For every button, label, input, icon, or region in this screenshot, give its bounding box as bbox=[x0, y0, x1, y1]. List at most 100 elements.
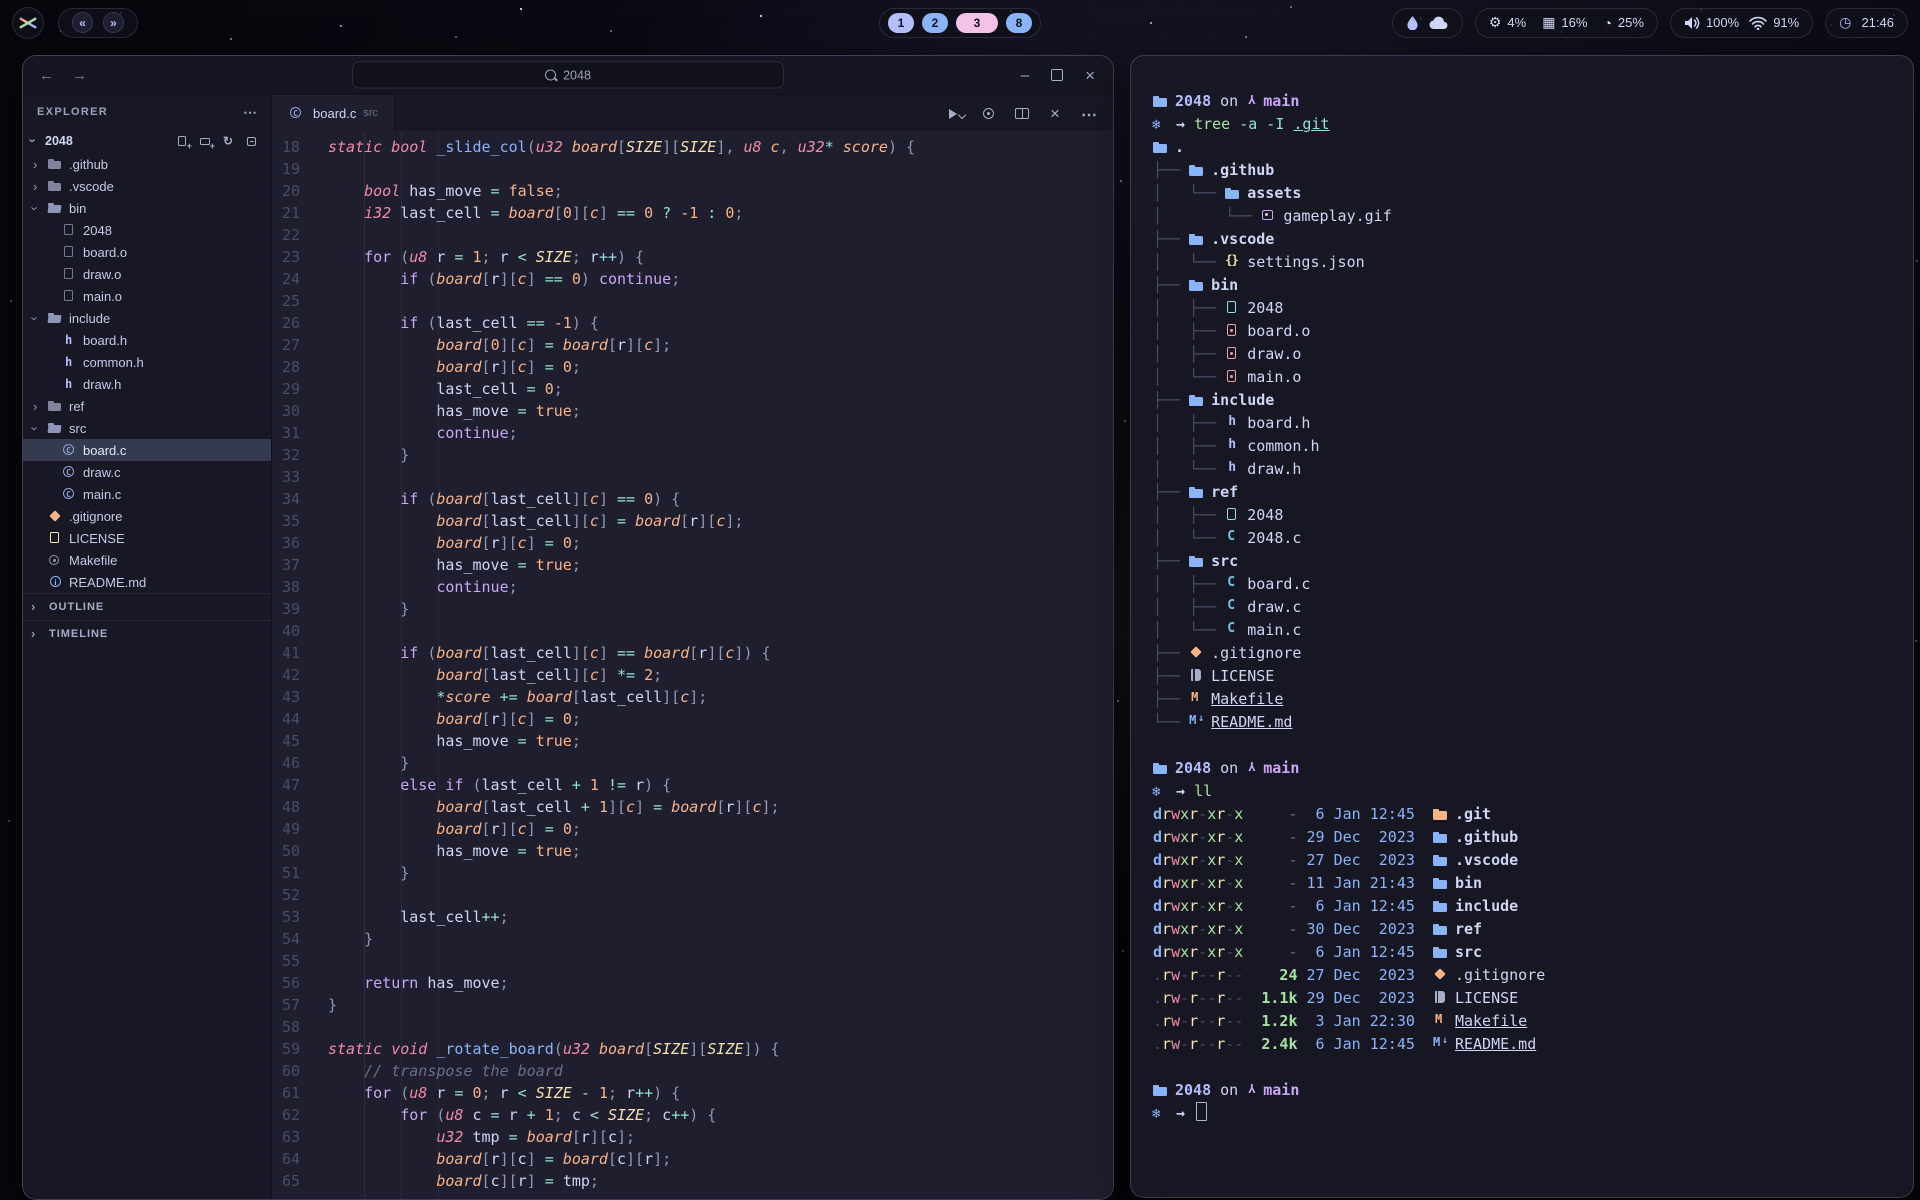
terminal-window[interactable]: 2048 on main→ tree -a -I .git.├── .githu… bbox=[1130, 55, 1914, 1198]
tab-board-c[interactable]: board.c src bbox=[272, 95, 395, 131]
code-editor[interactable]: 1819202122232425262728293031323334353637… bbox=[272, 131, 1113, 1199]
braces-icon bbox=[1225, 256, 1240, 268]
back-icon[interactable]: ← bbox=[39, 67, 54, 84]
h-icon bbox=[61, 333, 79, 347]
file-label: src bbox=[69, 421, 86, 436]
explorer-more-icon[interactable]: ⋯ bbox=[243, 104, 257, 121]
branch-icon bbox=[1247, 1084, 1259, 1096]
code-line-19 bbox=[328, 158, 1113, 180]
terminal-cursor bbox=[1196, 1102, 1207, 1121]
workspace-8[interactable]: 8 bbox=[1006, 13, 1032, 33]
explorer-item-board.h[interactable]: board.h bbox=[23, 329, 271, 351]
run-icon[interactable] bbox=[948, 106, 965, 121]
explorer-item-2048[interactable]: 2048 bbox=[23, 219, 271, 241]
explorer-item-draw.c[interactable]: draw.c bbox=[23, 461, 271, 483]
close-button[interactable]: × bbox=[1085, 67, 1095, 84]
terminal-line: drwxr-xr-x - 11 Jan 21:43 bin bbox=[1153, 872, 1899, 895]
code-line-56: return has_move; bbox=[328, 972, 1113, 994]
chevron-right-icon bbox=[31, 600, 45, 614]
folder-open-icon bbox=[47, 311, 65, 325]
line-number: 19 bbox=[272, 158, 300, 180]
line-number: 62 bbox=[272, 1104, 300, 1126]
make-icon bbox=[47, 553, 65, 567]
refresh-icon[interactable] bbox=[223, 135, 236, 148]
folder-icon bbox=[1153, 95, 1168, 107]
explorer-item-common.h[interactable]: common.h bbox=[23, 351, 271, 373]
code-line-46: } bbox=[328, 752, 1113, 774]
line-number: 56 bbox=[272, 972, 300, 994]
explorer-item-include[interactable]: include bbox=[23, 307, 271, 329]
cpu-stat: ⚙4% bbox=[1489, 14, 1526, 31]
line-number: 21 bbox=[272, 202, 300, 224]
license-icon bbox=[47, 531, 65, 545]
explorer-item-.github[interactable]: .github bbox=[23, 153, 271, 175]
more-icon[interactable] bbox=[1080, 106, 1097, 121]
explorer-item-Makefile[interactable]: Makefile bbox=[23, 549, 271, 571]
new-file-icon[interactable] bbox=[177, 135, 190, 148]
vscode-titlebar[interactable]: ← → 2048 – × bbox=[23, 56, 1113, 95]
forward-icon[interactable]: → bbox=[72, 67, 87, 84]
explorer-item-bin[interactable]: bin bbox=[23, 197, 271, 219]
terminal-line: drwxr-xr-x - 6 Jan 12:45 src bbox=[1153, 941, 1899, 964]
line-number: 41 bbox=[272, 642, 300, 664]
code-line-62: for (u8 c = r + 1; c < SIZE; c++) { bbox=[328, 1104, 1113, 1126]
folder-icon bbox=[47, 399, 65, 413]
code-line-44: board[r][c] = 0; bbox=[328, 708, 1113, 730]
exe-icon bbox=[1225, 509, 1240, 521]
vscode-window[interactable]: ← → 2048 – × EXPLORER ⋯ 2048 .github.vsc… bbox=[22, 55, 1114, 1200]
code-line-40 bbox=[328, 620, 1113, 642]
c-icon bbox=[61, 443, 79, 457]
weather-widget[interactable] bbox=[1392, 8, 1463, 38]
memory-stat: ▦16% bbox=[1542, 14, 1587, 31]
collapse-all-icon[interactable] bbox=[246, 135, 259, 148]
explorer-root-folder[interactable]: 2048 bbox=[23, 129, 271, 153]
code-line-51: } bbox=[328, 862, 1113, 884]
explorer-item-LICENSE[interactable]: LICENSE bbox=[23, 527, 271, 549]
minimize-button[interactable]: – bbox=[1021, 68, 1029, 83]
code-line-20: bool has_move = false; bbox=[328, 180, 1113, 202]
skip-prev-button[interactable]: « bbox=[72, 12, 93, 33]
branch-icon bbox=[1247, 762, 1259, 774]
explorer-item-draw.h[interactable]: draw.h bbox=[23, 373, 271, 395]
close-icon[interactable] bbox=[1047, 106, 1064, 121]
command-center-search[interactable]: 2048 bbox=[352, 62, 784, 89]
nixos-logo[interactable] bbox=[12, 7, 44, 39]
terminal-line: drwxr-xr-x - 6 Jan 12:45 .git bbox=[1153, 803, 1899, 826]
workspace-1[interactable]: 1 bbox=[888, 13, 914, 33]
workspace-3[interactable]: 3 bbox=[956, 13, 998, 33]
line-number: 38 bbox=[272, 576, 300, 598]
new-folder-icon[interactable] bbox=[200, 135, 213, 148]
tab-path: src bbox=[363, 107, 378, 119]
file-label: .gitignore bbox=[69, 509, 122, 524]
explorer-item-main.o[interactable]: main.o bbox=[23, 285, 271, 307]
file-label: bin bbox=[69, 201, 86, 216]
workspace-2[interactable]: 2 bbox=[922, 13, 948, 33]
explorer-item-.gitignore[interactable]: .gitignore bbox=[23, 505, 271, 527]
folder-icon bbox=[1433, 808, 1448, 820]
nix-icon bbox=[1153, 118, 1169, 130]
settings-icon[interactable] bbox=[981, 106, 998, 121]
code-line-38: continue; bbox=[328, 576, 1113, 598]
chevron-spacer bbox=[47, 487, 61, 502]
nix-icon bbox=[1153, 1107, 1169, 1119]
explorer-item-board.c[interactable]: board.c bbox=[23, 439, 271, 461]
explorer-item-.vscode[interactable]: .vscode bbox=[23, 175, 271, 197]
wifi-stat[interactable]: 91% bbox=[1749, 15, 1799, 30]
outline-panel[interactable]: OUTLINE bbox=[23, 593, 271, 620]
volume-stat[interactable]: 100% bbox=[1684, 15, 1739, 30]
line-number: 25 bbox=[272, 290, 300, 312]
explorer-item-main.c[interactable]: main.c bbox=[23, 483, 271, 505]
explorer-item-board.o[interactable]: board.o bbox=[23, 241, 271, 263]
skip-next-button[interactable]: » bbox=[103, 12, 124, 33]
timeline-panel[interactable]: TIMELINE bbox=[23, 620, 271, 647]
code-line-53: last_cell++; bbox=[328, 906, 1113, 928]
split-editor-icon[interactable] bbox=[1014, 106, 1031, 121]
explorer-item-ref[interactable]: ref bbox=[23, 395, 271, 417]
explorer-item-README.md[interactable]: README.md bbox=[23, 571, 271, 593]
line-number: 39 bbox=[272, 598, 300, 620]
explorer-item-src[interactable]: src bbox=[23, 417, 271, 439]
line-number: 46 bbox=[272, 752, 300, 774]
maximize-button[interactable] bbox=[1051, 69, 1063, 81]
explorer-item-draw.o[interactable]: draw.o bbox=[23, 263, 271, 285]
line-number: 26 bbox=[272, 312, 300, 334]
